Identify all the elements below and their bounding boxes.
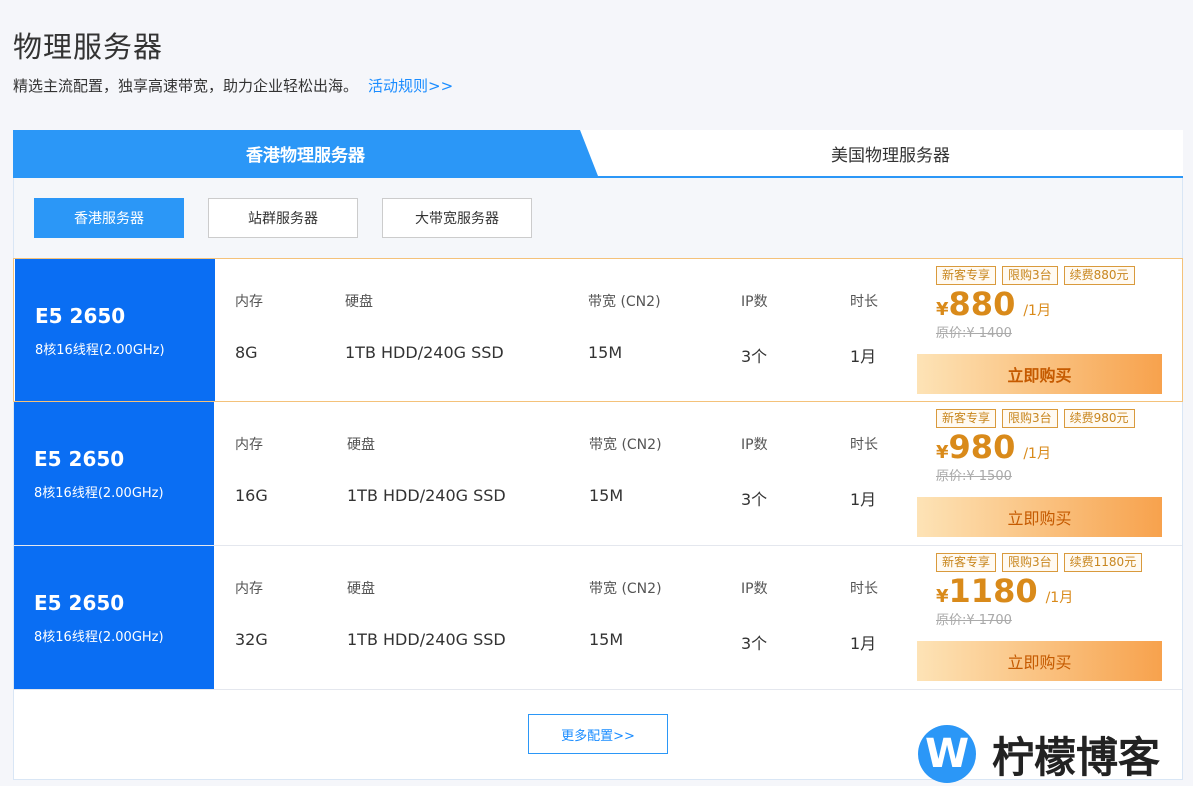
disk-value: 1TB HDD/240G SSD: [347, 630, 506, 649]
duration-label: 时长: [850, 581, 878, 597]
disk-label: 硬盘: [347, 437, 375, 453]
cpu-block: E5 2650 8核16线程(2.00GHz): [14, 402, 214, 545]
ip-label: IP数: [741, 294, 768, 310]
duration-value: 1月: [850, 347, 877, 366]
memory-value: 16G: [235, 486, 268, 505]
purchase-limit-tag: 限购3台: [1002, 409, 1058, 428]
original-price: 原价:¥ 1500: [936, 469, 1012, 484]
bandwidth-value: 15M: [589, 486, 624, 505]
purchase-limit-tag: 限购3台: [1002, 266, 1058, 285]
renewal-price-tag: 续费980元: [1063, 409, 1135, 428]
watermark-text: 柠檬博客: [992, 732, 1161, 782]
original-price: 原价:¥ 1700: [936, 613, 1012, 628]
disk-label: 硬盘: [345, 294, 373, 310]
promo-tags: 新客专享 限购3台 续费1180元: [936, 553, 1143, 572]
ip-value: 3个: [741, 490, 768, 509]
server-panel: 香港服务器 站群服务器 大带宽服务器 E5 2650 8核16线程(2.00GH…: [13, 178, 1183, 780]
cpu-block: E5 2650 8核16线程(2.00GHz): [15, 259, 215, 401]
plan-row: E5 2650 8核16线程(2.00GHz) 内存 硬盘 带宽 (CN2) I…: [14, 546, 1182, 690]
disk-label: 硬盘: [347, 581, 375, 597]
duration-label: 时长: [850, 294, 878, 310]
cpu-cores: 8核16线程(2.00GHz): [34, 486, 164, 501]
disk-value: 1TB HDD/240G SSD: [345, 343, 504, 362]
disk-value: 1TB HDD/240G SSD: [347, 486, 506, 505]
memory-label: 内存: [235, 294, 263, 310]
bandwidth-value: 15M: [589, 630, 624, 649]
subtab-high-bandwidth-server[interactable]: 大带宽服务器: [382, 198, 532, 238]
memory-value: 32G: [235, 630, 268, 649]
currency-symbol: ¥: [936, 442, 949, 463]
buy-now-button[interactable]: 立即购买: [917, 641, 1162, 681]
bandwidth-label: 带宽 (CN2): [589, 581, 662, 597]
bandwidth-value: 15M: [588, 343, 623, 362]
memory-label: 内存: [235, 581, 263, 597]
new-customer-tag: 新客专享: [936, 409, 997, 428]
ip-label: IP数: [741, 437, 768, 453]
ip-label: IP数: [741, 581, 768, 597]
bandwidth-label: 带宽 (CN2): [589, 437, 662, 453]
page-title: 物理服务器: [13, 30, 164, 64]
promo-tags: 新客专享 限购3台 续费880元: [936, 266, 1135, 285]
price-amount: 880: [948, 285, 1016, 323]
subtab-hk-server[interactable]: 香港服务器: [34, 198, 184, 238]
subtitle-text: 精选主流配置，独享高速带宽，助力企业轻松出海。: [13, 77, 359, 95]
price-unit: /1月: [1023, 446, 1051, 462]
memory-value: 8G: [235, 343, 258, 362]
buy-now-button[interactable]: 立即购买: [917, 497, 1162, 537]
renewal-price-tag: 续费880元: [1063, 266, 1135, 285]
page: 物理服务器 精选主流配置，独享高速带宽，助力企业轻松出海。 活动规则>> 香港物理…: [0, 0, 1193, 786]
renewal-price-tag: 续费1180元: [1063, 553, 1143, 572]
cpu-model: E5 2650: [34, 591, 125, 615]
price-unit: /1月: [1045, 590, 1074, 606]
subtab-bar: 香港服务器 站群服务器 大带宽服务器: [14, 178, 1182, 258]
original-price: 原价:¥ 1400: [936, 326, 1012, 341]
price: ¥880/1月: [936, 285, 1051, 323]
cpu-model: E5 2650: [34, 447, 125, 471]
activity-rules-link[interactable]: 活动规则>>: [368, 77, 453, 95]
cpu-cores: 8核16线程(2.00GHz): [35, 343, 165, 358]
ip-value: 3个: [741, 347, 768, 366]
promo-tags: 新客专享 限购3台 续费980元: [936, 409, 1135, 428]
buy-now-button[interactable]: 立即购买: [917, 354, 1162, 394]
duration-label: 时长: [850, 437, 878, 453]
watermark-logo-icon: W: [918, 725, 976, 783]
currency-symbol: ¥: [936, 299, 949, 320]
price-unit: /1月: [1023, 303, 1051, 319]
subtab-site-cluster-server[interactable]: 站群服务器: [208, 198, 358, 238]
price: ¥1180/1月: [936, 572, 1073, 610]
price-amount: 1180: [948, 572, 1038, 610]
price: ¥980/1月: [936, 428, 1051, 466]
tab-hk-physical-server[interactable]: 香港物理服务器: [13, 130, 598, 176]
duration-value: 1月: [850, 490, 877, 509]
new-customer-tag: 新客专享: [936, 553, 997, 572]
bandwidth-label: 带宽 (CN2): [588, 294, 661, 310]
main-tabs: 香港物理服务器 美国物理服务器: [13, 130, 1183, 178]
more-configs-button[interactable]: 更多配置>>: [528, 714, 668, 754]
duration-value: 1月: [850, 634, 877, 653]
ip-value: 3个: [741, 634, 768, 653]
memory-label: 内存: [235, 437, 263, 453]
plan-row: E5 2650 8核16线程(2.00GHz) 内存 硬盘 带宽 (CN2) I…: [13, 258, 1183, 402]
new-customer-tag: 新客专享: [936, 266, 997, 285]
tab-us-physical-server[interactable]: 美国物理服务器: [598, 130, 1183, 176]
cpu-block: E5 2650 8核16线程(2.00GHz): [14, 546, 214, 689]
cpu-cores: 8核16线程(2.00GHz): [34, 630, 164, 645]
price-amount: 980: [948, 428, 1016, 466]
page-subtitle: 精选主流配置，独享高速带宽，助力企业轻松出海。 活动规则>>: [13, 75, 453, 96]
currency-symbol: ¥: [936, 586, 949, 607]
plan-row: E5 2650 8核16线程(2.00GHz) 内存 硬盘 带宽 (CN2) I…: [14, 402, 1182, 546]
cpu-model: E5 2650: [35, 304, 126, 328]
purchase-limit-tag: 限购3台: [1002, 553, 1058, 572]
watermark: W 柠檬博客: [918, 725, 1160, 783]
